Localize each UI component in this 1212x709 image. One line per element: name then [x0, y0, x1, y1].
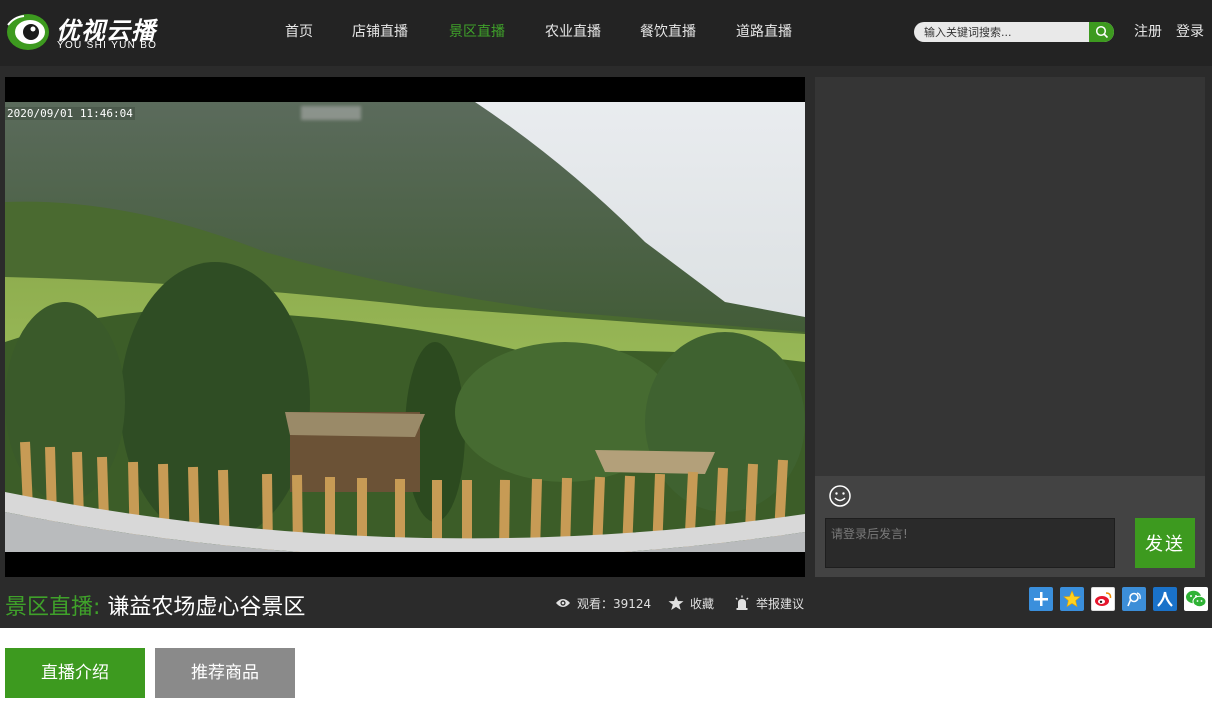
- nav-road-live[interactable]: 道路直播: [736, 0, 792, 66]
- nav-dining-live[interactable]: 餐饮直播: [640, 0, 696, 66]
- nav-agriculture-live[interactable]: 农业直播: [545, 0, 601, 66]
- search-input[interactable]: [914, 22, 1090, 42]
- tab-live-intro[interactable]: 直播介绍: [5, 648, 145, 698]
- viewer-count: 观看：39124: [555, 593, 651, 613]
- scenic-video-image: [5, 102, 805, 552]
- share-qzone-button[interactable]: [1060, 587, 1084, 611]
- search-box: [914, 22, 1114, 42]
- register-link[interactable]: 注册: [1134, 0, 1162, 66]
- chat-compose-area: 发送: [815, 476, 1205, 577]
- share-renren-button[interactable]: [1153, 587, 1177, 611]
- search-button[interactable]: [1089, 22, 1114, 42]
- stream-name: 谦益农场虚心谷景区: [107, 595, 306, 620]
- eye-icon: [556, 599, 570, 607]
- report-button[interactable]: 举报建议: [734, 593, 804, 613]
- login-link[interactable]: 登录: [1176, 0, 1204, 66]
- send-button[interactable]: 发送: [1135, 518, 1195, 568]
- nav-scenic-live[interactable]: 景区直播: [449, 0, 505, 66]
- stream-category: 景区直播:: [5, 595, 101, 620]
- top-header: 优视云播 YOU SHI YUN BO 首页 店铺直播 景区直播 农业直播 餐饮…: [0, 0, 1212, 66]
- star-icon: [668, 596, 684, 610]
- report-label: 举报建议: [756, 596, 805, 611]
- chat-input[interactable]: [825, 518, 1115, 568]
- search-icon: [1095, 25, 1108, 39]
- share-tencent-weibo-button[interactable]: [1122, 587, 1146, 611]
- share-more-button[interactable]: [1029, 587, 1053, 611]
- brand-name-en: YOU SHI YUN BO: [57, 40, 158, 51]
- blurred-watermark: [301, 106, 361, 120]
- site-logo[interactable]: 优视云播 YOU SHI YUN BO: [4, 10, 179, 56]
- smiley-icon[interactable]: [828, 484, 852, 508]
- nav-store-live[interactable]: 店铺直播: [352, 0, 408, 66]
- tab-recommended-products[interactable]: 推荐商品: [155, 648, 295, 698]
- favorite-button[interactable]: 收藏: [668, 593, 714, 613]
- tencent-weibo-icon: [1127, 592, 1141, 607]
- weibo-icon: [1095, 592, 1112, 606]
- viewer-count-label: 观看：39124: [577, 596, 652, 611]
- share-wechat-button[interactable]: [1184, 587, 1208, 611]
- nav-home[interactable]: 首页: [285, 0, 313, 66]
- wechat-icon: [1186, 590, 1207, 608]
- share-weibo-button[interactable]: [1091, 587, 1115, 611]
- stream-title: 景区直播: 谦益农场虚心谷景区: [5, 589, 306, 620]
- video-timestamp: 2020/09/01 11:46:04: [5, 107, 135, 120]
- alarm-icon: [735, 595, 749, 610]
- qzone-icon: [1063, 590, 1081, 608]
- live-section: 2020/09/01 11:46:04 发送 景区直播: 谦益农场虚心谷景区 观…: [0, 66, 1212, 628]
- chat-messages: [815, 77, 1205, 476]
- favorite-label: 收藏: [690, 596, 715, 611]
- renren-icon: [1157, 591, 1173, 607]
- eye-logo-icon: [7, 14, 49, 50]
- share-more-icon: [1034, 592, 1048, 606]
- live-video-frame[interactable]: 2020/09/01 11:46:04: [5, 102, 805, 552]
- video-player[interactable]: 2020/09/01 11:46:04: [5, 77, 805, 577]
- chat-panel: 发送: [815, 77, 1205, 577]
